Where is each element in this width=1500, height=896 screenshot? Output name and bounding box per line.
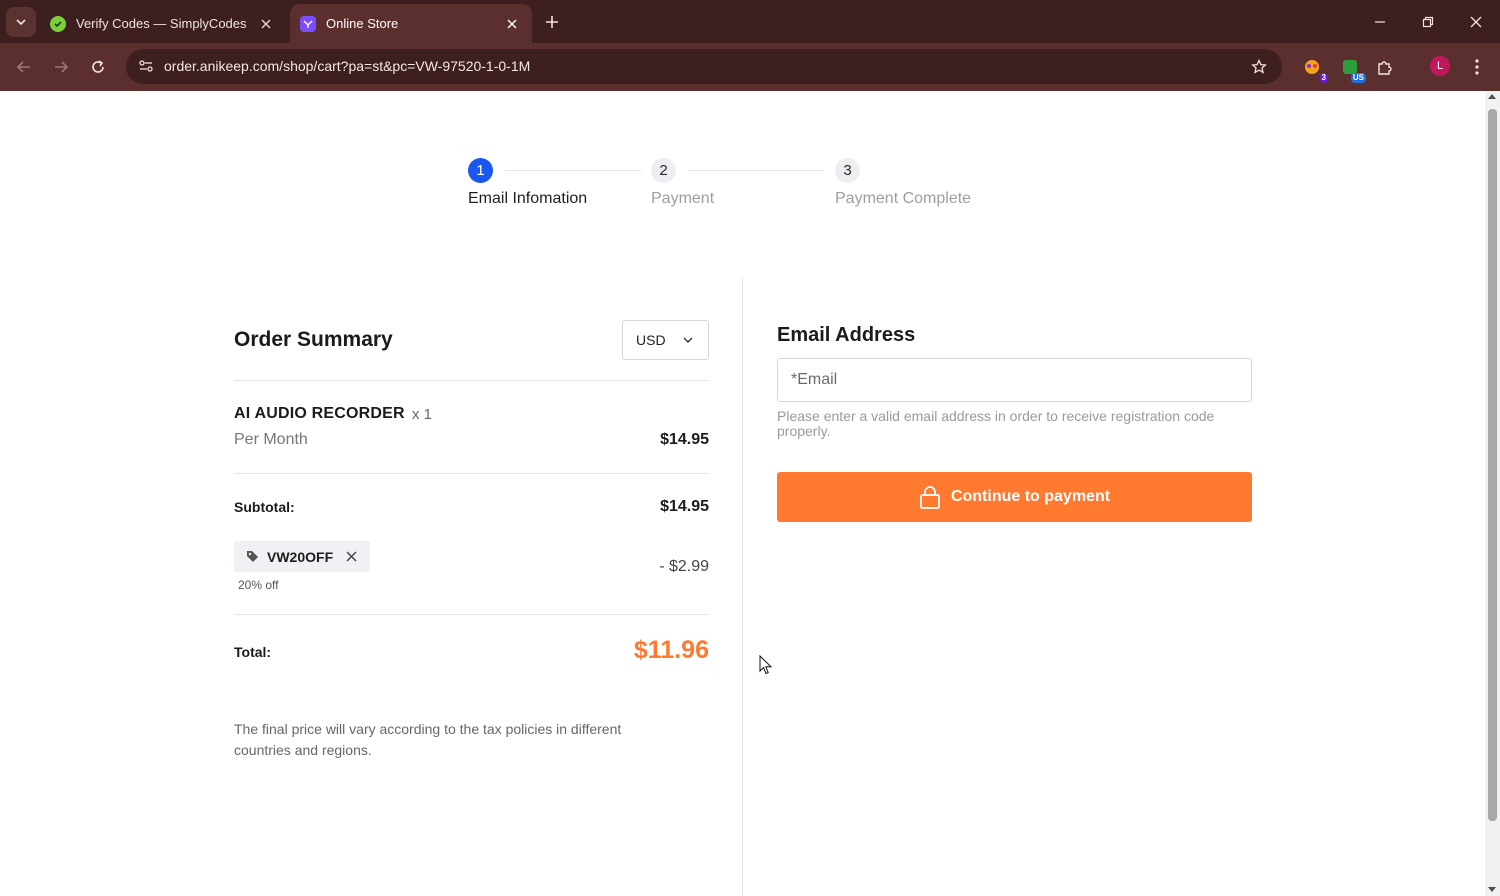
page-scrollbar[interactable]: [1485, 91, 1500, 896]
profile-initial: L: [1436, 60, 1444, 72]
extension-vpn-icon[interactable]: US: [1336, 53, 1366, 83]
column-divider: [742, 278, 743, 896]
browser-menu-icon[interactable]: [1466, 56, 1488, 78]
coupon-code: VW20OFF: [267, 548, 334, 565]
restore-button[interactable]: [1405, 0, 1451, 43]
close-tab-icon[interactable]: [256, 14, 276, 34]
chevron-down-icon: [683, 337, 693, 343]
mouse-pointer-icon: [759, 655, 773, 675]
total-label: Total:: [234, 644, 272, 660]
close-tab-icon[interactable]: [502, 14, 522, 34]
scroll-down-arrow-icon[interactable]: [1488, 887, 1496, 892]
lock-icon: [919, 485, 941, 509]
order-summary-title: Order Summary: [234, 328, 393, 351]
tab-search-button[interactable]: [6, 7, 36, 37]
browser-toolbar: order.anikeep.com/shop/cart?pa=st&pc=VW-…: [0, 43, 1500, 91]
minimize-icon: [1375, 20, 1385, 23]
simplycodes-icon: [50, 15, 66, 32]
product-period: Per Month: [234, 431, 308, 448]
email-section-title: Email Address: [777, 324, 916, 346]
back-button[interactable]: [8, 51, 40, 83]
product-quantity: x 1: [412, 406, 433, 423]
close-window-button[interactable]: [1453, 0, 1499, 43]
bookmark-star-icon[interactable]: [1248, 56, 1270, 78]
total-value: $11.96: [633, 636, 709, 664]
profile-avatar[interactable]: L: [1430, 56, 1450, 76]
arrow-right-icon: [55, 61, 69, 73]
step-2-label: Payment: [651, 190, 715, 207]
browser-tab-bar: Verify Codes — SimplyCodes Online Store: [0, 0, 1500, 43]
email-hint: Please enter a valid email address in or…: [777, 408, 1215, 439]
page-viewport: 1 Email Infomation 2 Payment 3 Payment C…: [0, 91, 1485, 896]
extension-vpn-badge: US: [1350, 73, 1366, 83]
restore-icon: [1422, 16, 1434, 27]
step-1-label: Email Infomation: [468, 190, 588, 207]
step-1-number: 1: [468, 158, 493, 183]
tab-online-store[interactable]: Online Store: [290, 4, 532, 43]
tab-title: Online Store: [326, 16, 399, 31]
address-bar[interactable]: order.anikeep.com/shop/cart?pa=st&pc=VW-…: [126, 49, 1282, 84]
subtotal-label: Subtotal:: [234, 499, 295, 515]
subtotal-value: $14.95: [660, 498, 709, 515]
continue-to-payment-label: Continue to payment: [950, 488, 1111, 505]
tab-title: Verify Codes — SimplyCodes: [76, 16, 247, 31]
close-icon: [1470, 16, 1482, 27]
divider: [234, 473, 709, 474]
site-settings-icon[interactable]: [134, 54, 158, 78]
step-3-label: Payment Complete: [835, 190, 972, 207]
currency-select[interactable]: USD: [622, 320, 709, 360]
chevron-down-icon: [16, 19, 26, 26]
currency-value: USD: [636, 332, 666, 348]
reload-button[interactable]: [82, 51, 114, 83]
tag-icon: [247, 551, 258, 562]
extension-badge-count: 3: [1319, 73, 1328, 83]
email-field[interactable]: [777, 358, 1252, 402]
tax-note: The final price will vary according to t…: [234, 721, 622, 758]
continue-to-payment-button[interactable]: Continue to payment: [777, 472, 1252, 522]
coupon-description: 20% off: [238, 578, 279, 592]
step-connector: [505, 170, 641, 171]
discount-value: - $2.99: [659, 558, 709, 575]
forward-button[interactable]: [45, 51, 77, 83]
store-icon: [300, 15, 316, 32]
divider: [234, 380, 709, 381]
step-connector: [688, 170, 824, 171]
step-3-number: 3: [835, 158, 860, 183]
plus-icon: [546, 16, 558, 28]
scrollbar-thumb[interactable]: [1488, 109, 1497, 821]
extension-badge-icon[interactable]: 3: [1298, 53, 1328, 83]
reload-icon: [92, 60, 104, 73]
product-price: $14.95: [660, 431, 709, 448]
step-2-number: 2: [651, 158, 676, 183]
tab-verify-codes[interactable]: Verify Codes — SimplyCodes: [40, 4, 286, 43]
remove-coupon-icon[interactable]: [345, 550, 358, 563]
minimize-button[interactable]: [1357, 0, 1403, 43]
extensions-puzzle-icon[interactable]: [1371, 53, 1399, 81]
coupon-tag: VW20OFF: [234, 541, 370, 572]
url-text[interactable]: order.anikeep.com/shop/cart?pa=st&pc=VW-…: [164, 58, 530, 74]
divider: [234, 614, 709, 615]
scroll-up-arrow-icon[interactable]: [1488, 94, 1496, 99]
product-name: AI AUDIO RECORDER: [234, 405, 405, 422]
new-tab-button[interactable]: [540, 10, 564, 34]
arrow-left-icon: [16, 61, 30, 73]
